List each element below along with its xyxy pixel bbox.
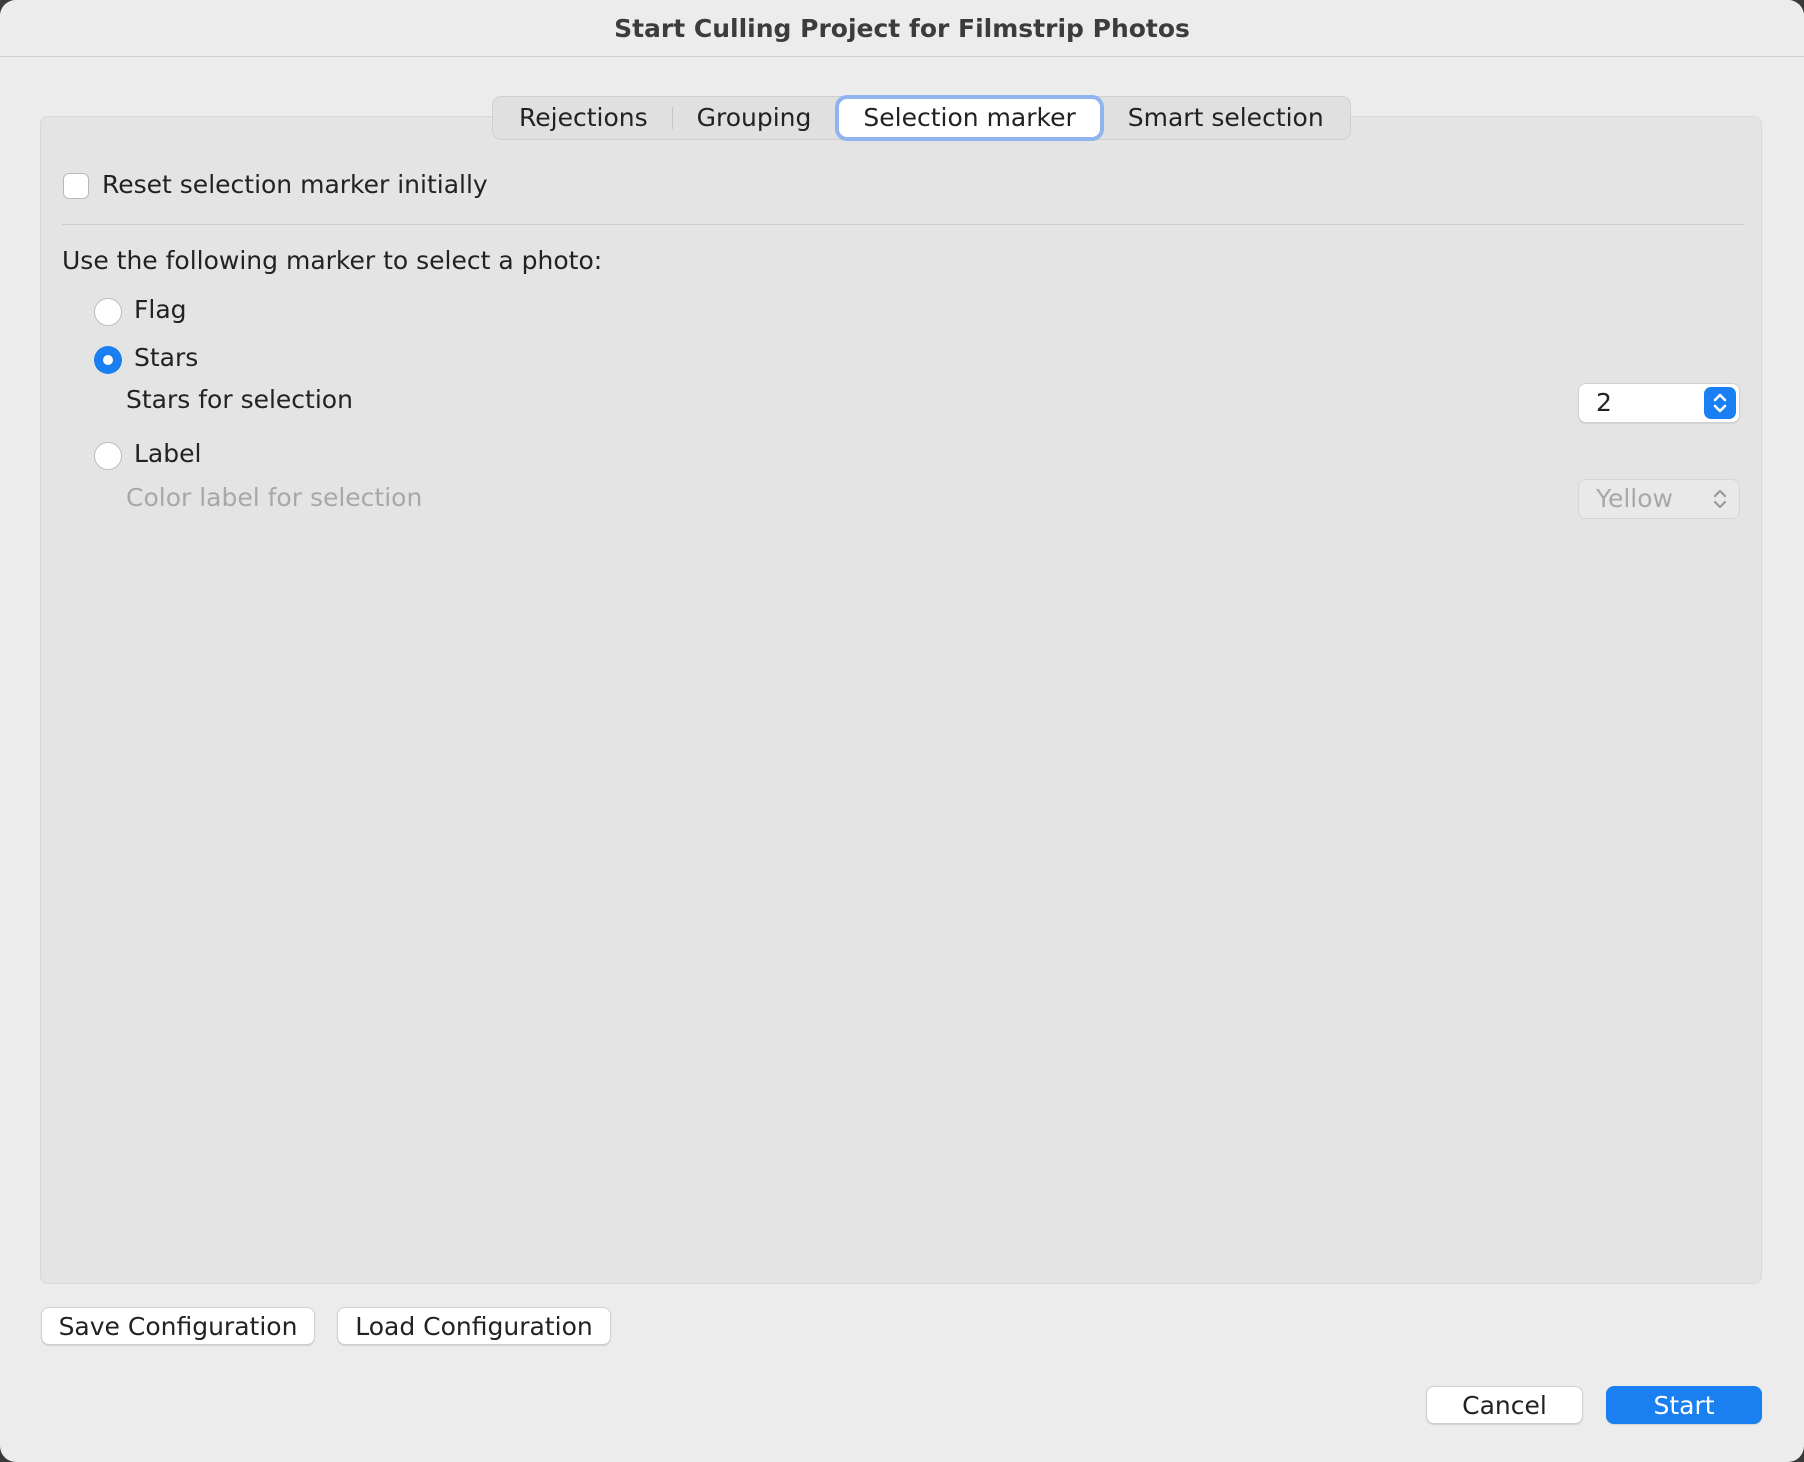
marker-prompt: Use the following marker to select a pho… bbox=[62, 246, 603, 275]
stars-radio[interactable] bbox=[94, 346, 122, 374]
start-button[interactable]: Start bbox=[1606, 1386, 1762, 1424]
section-divider bbox=[62, 224, 1744, 225]
title-bar: Start Culling Project for Filmstrip Phot… bbox=[0, 0, 1804, 57]
flag-radio-label[interactable]: Flag bbox=[134, 295, 187, 324]
flag-radio[interactable] bbox=[94, 298, 122, 326]
stars-for-selection-value: 2 bbox=[1596, 388, 1612, 417]
window-title: Start Culling Project for Filmstrip Phot… bbox=[614, 13, 1190, 43]
stars-radio-label[interactable]: Stars bbox=[134, 343, 198, 372]
tab-selection-marker[interactable]: Selection marker bbox=[839, 99, 1100, 137]
up-down-chevron-icon[interactable] bbox=[1704, 387, 1736, 419]
label-radio-label[interactable]: Label bbox=[134, 439, 201, 468]
tab-content-panel bbox=[40, 116, 1762, 1284]
tab-grouping[interactable]: Grouping bbox=[673, 99, 836, 137]
save-configuration-button[interactable]: Save Configuration bbox=[41, 1307, 315, 1345]
reset-selection-marker-checkbox[interactable] bbox=[63, 173, 89, 199]
stars-for-selection-label: Stars for selection bbox=[126, 385, 353, 414]
load-configuration-button[interactable]: Load Configuration bbox=[337, 1307, 611, 1345]
color-label-for-selection-label: Color label for selection bbox=[126, 483, 423, 512]
reset-selection-marker-label[interactable]: Reset selection marker initially bbox=[102, 170, 488, 199]
dialog-window: Start Culling Project for Filmstrip Phot… bbox=[0, 0, 1804, 1462]
color-label-select[interactable]: Yellow bbox=[1578, 479, 1740, 519]
color-label-value: Yellow bbox=[1596, 484, 1673, 513]
cancel-button[interactable]: Cancel bbox=[1426, 1386, 1583, 1424]
tab-smart-selection[interactable]: Smart selection bbox=[1104, 99, 1348, 137]
tab-bar: Rejections Grouping Selection marker Sma… bbox=[492, 96, 1351, 140]
chevron-up-down-icon bbox=[1704, 483, 1736, 515]
label-radio[interactable] bbox=[94, 442, 122, 470]
tab-rejections[interactable]: Rejections bbox=[495, 99, 672, 137]
stars-for-selection-stepper[interactable]: 2 bbox=[1578, 383, 1740, 423]
